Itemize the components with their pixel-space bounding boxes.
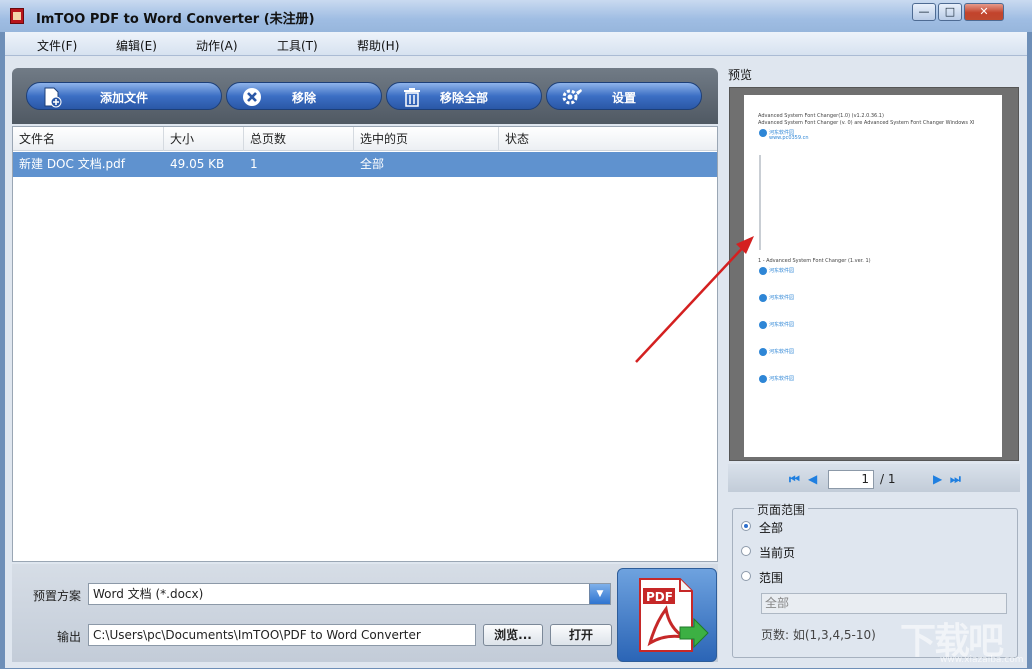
convert-button[interactable]: PDF: [617, 568, 717, 662]
cell-status: [499, 152, 717, 177]
add-file-button[interactable]: 添加文件: [26, 82, 222, 110]
radio-all-label[interactable]: 全部: [759, 519, 783, 536]
remove-all-button[interactable]: 移除全部: [386, 82, 542, 110]
column-total-pages[interactable]: 总页数: [244, 127, 354, 151]
settings-label: 设置: [611, 91, 636, 105]
watermark-url: www.xiazaiba.com: [940, 655, 1024, 665]
app-icon: [10, 8, 24, 24]
preset-label: 预置方案: [33, 589, 82, 603]
toolbar: 添加文件 移除 移除全部 设置: [12, 68, 718, 124]
menu-bar: 文件(F) 编辑(E) 动作(A) 工具(T) 帮助(H): [5, 32, 1027, 56]
pdf-convert-icon: PDF: [639, 578, 709, 652]
output-label: 输出: [57, 630, 82, 644]
range-input[interactable]: 全部: [761, 593, 1007, 614]
column-size[interactable]: 大小: [164, 127, 244, 151]
column-status[interactable]: 状态: [499, 127, 717, 151]
logo-text: 河东软件园: [769, 376, 795, 382]
site-logo-icon: [759, 129, 767, 137]
logo-text: 河东软件园: [769, 322, 795, 328]
column-filename[interactable]: 文件名: [13, 127, 164, 151]
maximize-button[interactable]: □: [938, 3, 962, 21]
radio-current-label[interactable]: 当前页: [759, 544, 795, 561]
settings-button[interactable]: 设置: [546, 82, 702, 110]
cell-size: 49.05 KB: [170, 157, 225, 171]
page-range-legend: 页面范围: [754, 501, 809, 518]
radio-all[interactable]: [741, 521, 751, 531]
remove-label: 移除: [291, 91, 316, 105]
preview-page: Advanced System Font Changer(1.0) (v1.2.…: [744, 95, 1002, 457]
page-text-line: Advanced System Font Changer (v. 0) are …: [758, 120, 975, 126]
menu-action[interactable]: 动作(A): [196, 37, 238, 54]
site-logo-icon: [759, 321, 767, 329]
site-logo-icon: [759, 294, 767, 302]
first-page-icon[interactable]: ⏮: [789, 472, 800, 487]
minimize-button[interactable]: —: [912, 3, 936, 21]
table-header: 文件名 大小 总页数 选中的页 状态: [13, 127, 717, 151]
close-button[interactable]: ✕: [964, 3, 1004, 21]
next-page-icon[interactable]: ▶: [933, 472, 942, 486]
output-path-field[interactable]: C:\Users\pc\Documents\ImTOO\PDF to Word …: [88, 624, 476, 646]
column-selected-pages[interactable]: 选中的页: [354, 127, 499, 151]
page-text-line: 1 - Advanced System Font Changer (1.ver.…: [758, 258, 871, 264]
logo-text: 河东软件园: [769, 349, 795, 355]
page-number-input[interactable]: 1: [828, 470, 874, 489]
table-row[interactable]: 新建 DOC 文档.pdf 49.05 KB 1 全部: [13, 152, 717, 177]
menu-tools[interactable]: 工具(T): [277, 37, 318, 54]
range-hint: 页数: 如(1,3,4,5-10): [761, 628, 876, 642]
window-title: ImTOO PDF to Word Converter (未注册): [36, 12, 315, 27]
remove-all-label: 移除全部: [439, 91, 488, 105]
open-button[interactable]: 打开: [550, 624, 612, 646]
svg-text:PDF: PDF: [646, 590, 673, 604]
logo-text: 河东软件园: [769, 295, 795, 301]
prev-page-icon[interactable]: ◀: [808, 472, 817, 486]
page-text-line: Advanced System Font Changer(1.0) (v1.2.…: [758, 113, 884, 119]
preset-select[interactable]: Word 文档 (*.docx): [88, 583, 611, 605]
menu-help[interactable]: 帮助(H): [357, 37, 399, 54]
annotation-arrow: [635, 236, 754, 363]
cell-filename: 新建 DOC 文档.pdf: [19, 157, 125, 171]
output-panel: [12, 564, 718, 662]
file-list[interactable]: 文件名 大小 总页数 选中的页 状态 新建 DOC 文档.pdf 49.05 K…: [12, 126, 718, 562]
site-logo-icon: [759, 375, 767, 383]
cell-selected-pages: 全部: [360, 157, 385, 171]
chevron-down-icon[interactable]: ▼: [589, 584, 610, 604]
page-navigation: [728, 464, 1020, 492]
radio-current[interactable]: [741, 546, 751, 556]
page-total: / 1: [880, 472, 896, 486]
preview-title: 预览: [728, 68, 753, 82]
site-logo-icon: [759, 267, 767, 275]
radio-range-label[interactable]: 范围: [759, 569, 783, 586]
site-logo-icon: [759, 348, 767, 356]
title-bar: ImTOO PDF to Word Converter (未注册) — □ ✕: [0, 0, 1032, 32]
menu-file[interactable]: 文件(F): [37, 37, 77, 54]
browse-button[interactable]: 浏览...: [483, 624, 543, 646]
last-page-icon[interactable]: ⏭: [950, 472, 961, 487]
logo-text: 河东软件园: [769, 268, 795, 274]
add-file-label: 添加文件: [99, 91, 148, 105]
radio-range[interactable]: [741, 571, 751, 581]
logo-url: www.pc0359.cn: [769, 135, 809, 141]
menu-edit[interactable]: 编辑(E): [116, 37, 157, 54]
remove-button[interactable]: 移除: [226, 82, 382, 110]
cell-total-pages: 1: [250, 157, 258, 171]
